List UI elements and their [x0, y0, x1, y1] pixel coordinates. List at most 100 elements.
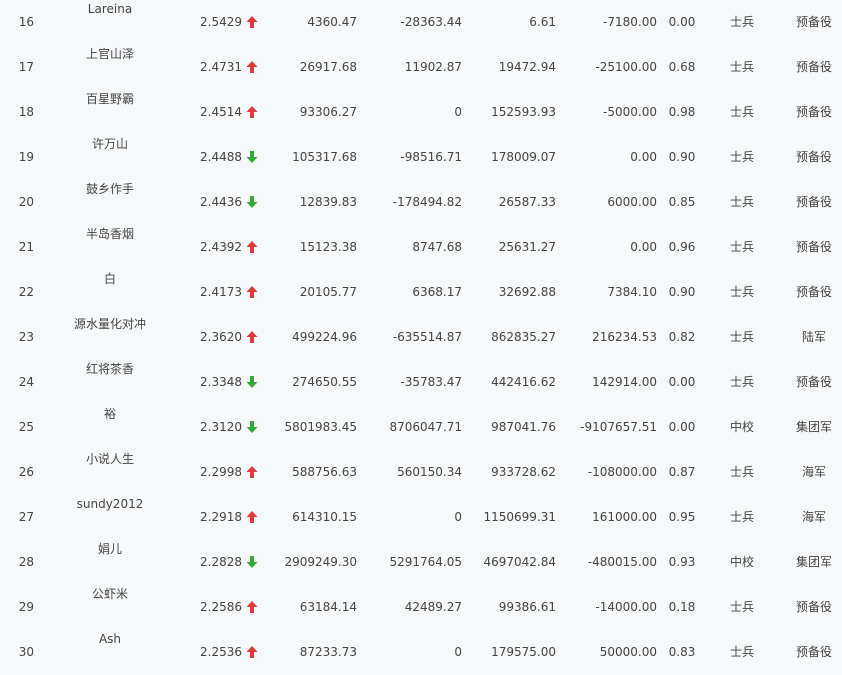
service-branch: 陆军	[801, 330, 826, 344]
service-branch: 集团军	[795, 555, 832, 569]
value-4: 0.00	[630, 150, 657, 164]
table-row[interactable]: 26 小说人生 2.2998 588756.63 560150.34 93372…	[0, 450, 842, 495]
rank-number: 23	[18, 330, 34, 344]
table-body: 16 Lareina 2.5429 4360.47 -28363.44 6.61…	[0, 0, 842, 675]
table-row[interactable]: 24 红将茶香 2.3348 274650.55 -35783.47 44241…	[0, 360, 842, 405]
service-branch: 预备役	[795, 645, 832, 659]
table-row[interactable]: 28 娟儿 2.2828 2909249.30 5291764.05 46970…	[0, 540, 842, 585]
ratio-value: 0.00	[668, 15, 696, 29]
value-4: 50000.00	[599, 645, 657, 659]
trader-name[interactable]: Ash	[40, 632, 180, 646]
rank-number: 26	[18, 465, 34, 479]
score-value: 2.4392	[200, 240, 242, 254]
table-row[interactable]: 29 公虾米 2.2586 63184.14 42489.27 99386.61…	[0, 585, 842, 630]
table-row[interactable]: 20 鼓乡作手 2.4436 12839.83 -178494.82 26587…	[0, 180, 842, 225]
trend-up-arrow-icon	[246, 510, 258, 524]
value-3: 25631.27	[498, 240, 556, 254]
trader-name[interactable]: 鼓乡作手	[40, 182, 180, 196]
rank-number: 22	[18, 285, 34, 299]
table-row[interactable]: 17 上官山泽 2.4731 26917.68 11902.87 19472.9…	[0, 45, 842, 90]
table-row[interactable]: 22 白 2.4173 20105.77 6368.17 32692.88 73…	[0, 270, 842, 315]
rank-number: 20	[18, 195, 34, 209]
trader-name[interactable]: 红将茶香	[40, 362, 180, 376]
trader-name[interactable]: 源水量化对冲	[40, 317, 180, 331]
value-4: 7384.10	[607, 285, 657, 299]
table-row[interactable]: 21 半岛香烟 2.4392 15123.38 8747.68 25631.27…	[0, 225, 842, 270]
table-row[interactable]: 30 Ash 2.2536 87233.73 0 179575.00 50000…	[0, 630, 842, 675]
trader-name[interactable]: 娟儿	[40, 542, 180, 556]
value-2: -98516.71	[400, 150, 462, 164]
rank-number: 25	[18, 420, 34, 434]
service-branch: 集团军	[795, 420, 832, 434]
value-3: 862835.27	[491, 330, 556, 344]
ratio-value: 0.83	[668, 645, 696, 659]
trader-name[interactable]: Lareina	[40, 2, 180, 16]
score-value: 2.4514	[200, 105, 242, 119]
rank-title: 士兵	[729, 465, 754, 479]
value-1: 4360.47	[307, 15, 357, 29]
rank-title: 士兵	[729, 645, 754, 659]
value-4: 216234.53	[592, 330, 657, 344]
score-value: 2.3348	[200, 375, 242, 389]
service-branch: 预备役	[795, 240, 832, 254]
rank-number: 28	[18, 555, 34, 569]
ratio-value: 0.98	[668, 105, 696, 119]
ratio-value: 0.95	[668, 510, 696, 524]
ratio-value: 0.93	[668, 555, 696, 569]
table-row[interactable]: 23 源水量化对冲 2.3620 499224.96 -635514.87 86…	[0, 315, 842, 360]
trend-down-arrow-icon	[246, 375, 258, 389]
value-3: 442416.62	[491, 375, 556, 389]
value-2: 560150.34	[397, 465, 462, 479]
ranking-table: 16 Lareina 2.5429 4360.47 -28363.44 6.61…	[0, 0, 842, 675]
value-3: 99386.61	[498, 600, 556, 614]
value-1: 63184.14	[299, 600, 357, 614]
value-1: 2909249.30	[284, 555, 357, 569]
value-3: 32692.88	[498, 285, 556, 299]
rank-number: 18	[18, 105, 34, 119]
rank-number: 16	[18, 15, 34, 29]
trader-name[interactable]: 白	[40, 272, 180, 286]
service-branch: 预备役	[795, 600, 832, 614]
rank-number: 30	[18, 645, 34, 659]
score-value: 2.2536	[200, 645, 242, 659]
trader-name[interactable]: 裕	[40, 407, 180, 421]
value-4: 0.00	[630, 240, 657, 254]
trader-name[interactable]: 许万山	[40, 137, 180, 151]
service-branch: 预备役	[795, 15, 832, 29]
value-3: 987041.76	[491, 420, 556, 434]
table-row[interactable]: 25 裕 2.3120 5801983.45 8706047.71 987041…	[0, 405, 842, 450]
value-1: 26917.68	[299, 60, 357, 74]
value-2: 0	[454, 510, 462, 524]
rank-title: 士兵	[729, 150, 754, 164]
score-value: 2.3620	[200, 330, 242, 344]
ratio-value: 0.18	[668, 600, 696, 614]
trader-name[interactable]: 半岛香烟	[40, 227, 180, 241]
table-row[interactable]: 19 许万山 2.4488 105317.68 -98516.71 178009…	[0, 135, 842, 180]
trend-up-arrow-icon	[246, 645, 258, 659]
score-value: 2.2918	[200, 510, 242, 524]
value-3: 26587.33	[498, 195, 556, 209]
value-2: 6368.17	[412, 285, 462, 299]
service-branch: 预备役	[795, 150, 832, 164]
table-row[interactable]: 18 百星野霸 2.4514 93306.27 0 152593.93 -500…	[0, 90, 842, 135]
table-row[interactable]: 16 Lareina 2.5429 4360.47 -28363.44 6.61…	[0, 0, 842, 45]
rank-number: 19	[18, 150, 34, 164]
service-branch: 海军	[801, 510, 826, 524]
value-3: 178009.07	[491, 150, 556, 164]
rank-number: 29	[18, 600, 34, 614]
service-branch: 预备役	[795, 195, 832, 209]
trader-name[interactable]: 小说人生	[40, 452, 180, 466]
value-2: 8706047.71	[389, 420, 462, 434]
trader-name[interactable]: 上官山泽	[40, 47, 180, 61]
trader-name[interactable]: sundy2012	[40, 497, 180, 511]
table-row[interactable]: 27 sundy2012 2.2918 614310.15 0 1150699.…	[0, 495, 842, 540]
trend-up-arrow-icon	[246, 285, 258, 299]
trader-name[interactable]: 公虾米	[40, 587, 180, 601]
value-2: -35783.47	[400, 375, 462, 389]
trader-name[interactable]: 百星野霸	[40, 92, 180, 106]
score-value: 2.5429	[200, 15, 242, 29]
value-2: 0	[454, 105, 462, 119]
value-3: 179575.00	[491, 645, 556, 659]
trend-down-arrow-icon	[246, 555, 258, 569]
value-1: 93306.27	[299, 105, 357, 119]
